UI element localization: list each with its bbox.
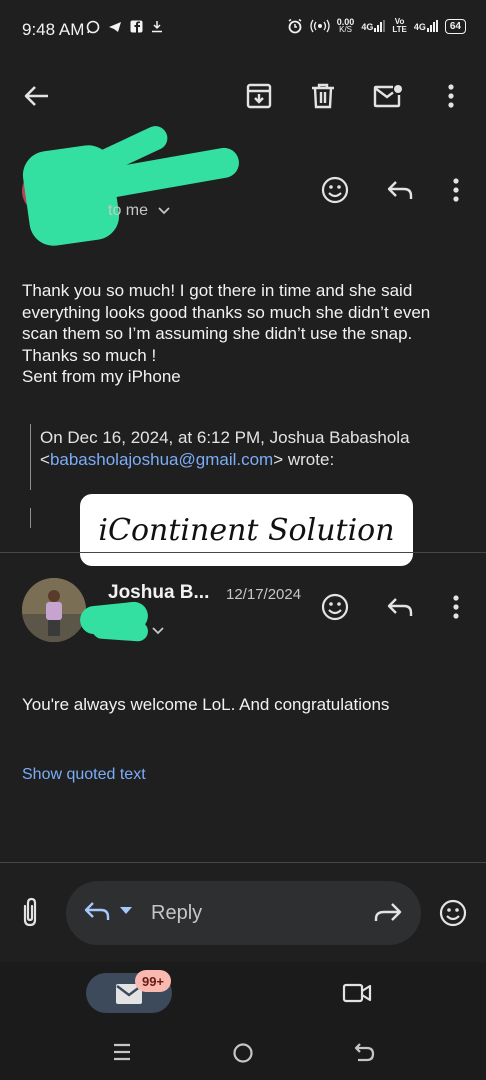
status-system-icons: 0.00 K/S 4G Vo LTE 4G 64	[287, 18, 466, 34]
message-divider	[0, 552, 486, 553]
hotspot-icon	[310, 19, 330, 33]
reply-input[interactable]: Reply	[151, 902, 202, 925]
quoted-header: On Dec 16, 2024, at 6:12 PM, Joshua Baba…	[40, 427, 480, 470]
more-vertical-icon	[453, 595, 459, 619]
net-speed: 0.00 K/S	[337, 18, 355, 34]
telegram-icon	[109, 22, 121, 32]
body-line: Thanks so much !	[22, 345, 157, 365]
signal-1: 4G	[361, 20, 386, 32]
delete-button[interactable]	[307, 80, 339, 112]
emoji-button[interactable]	[439, 899, 467, 932]
volte-bottom: LTE	[392, 25, 407, 34]
home-circle-icon	[233, 1043, 253, 1063]
more-vertical-icon	[453, 178, 459, 202]
network-type-2: 4G	[413, 22, 426, 32]
menu-lines-icon	[114, 1043, 130, 1061]
reply-icon	[387, 598, 413, 616]
body-line: Sent from my iPhone	[22, 367, 181, 386]
net-speed-unit: K/S	[339, 25, 353, 34]
meet-tab[interactable]	[342, 981, 372, 1010]
quote-bar	[30, 424, 31, 490]
profile-photo	[22, 578, 86, 642]
quote-wrote: > wrote:	[273, 449, 335, 469]
arrow-left-icon	[24, 86, 48, 106]
caret-down-icon	[120, 907, 132, 914]
status-notification-icons	[86, 20, 163, 34]
recent-apps-button[interactable]	[112, 1042, 132, 1067]
archive-button[interactable]	[243, 80, 275, 112]
watermark-label: iContinent Solution	[80, 494, 413, 566]
more-options-button[interactable]	[435, 80, 467, 112]
message-more-button[interactable]	[438, 172, 474, 208]
sender-name[interactable]: Joshua B...	[108, 582, 209, 604]
network-type-1: 4G	[361, 22, 374, 32]
message-body: Thank you so much! I got there in time a…	[22, 280, 472, 388]
reply-icon	[84, 902, 110, 920]
reply-button[interactable]	[382, 589, 418, 625]
quote-bracket: <	[40, 449, 50, 469]
home-button[interactable]	[232, 1042, 254, 1069]
emoji-icon	[321, 176, 349, 204]
add-reaction-button[interactable]	[317, 172, 353, 208]
download-icon	[152, 21, 162, 33]
body-line: scan them so I’m assuming she didn’t use…	[22, 324, 413, 343]
reply-icon	[387, 181, 413, 199]
battery-indicator: 64	[444, 18, 466, 34]
message-date: 12/17/2024	[226, 586, 302, 603]
whatsapp-icon	[86, 20, 100, 34]
mail-unread-icon	[373, 85, 402, 108]
emoji-icon	[321, 593, 349, 621]
forward-button[interactable]	[374, 902, 402, 927]
video-camera-icon	[342, 983, 372, 1003]
reply-button[interactable]	[382, 172, 418, 208]
redaction-mark	[91, 618, 149, 642]
archive-icon	[246, 83, 272, 109]
sender-avatar[interactable]	[22, 578, 86, 642]
recipient-details-toggle[interactable]	[152, 622, 164, 640]
quote-line: On Dec 16, 2024, at 6:12 PM, Joshua Baba…	[40, 428, 410, 447]
status-bar: 9:48 AM 0.00 K/S 4G Vo LTE 4G 64	[0, 0, 486, 60]
body-line: Thank you so much! I got there in time a…	[22, 281, 413, 300]
status-time: 9:48 AM	[22, 20, 85, 39]
trash-icon	[312, 83, 334, 109]
message-body: You're always welcome LoL. And congratul…	[22, 695, 390, 714]
chevron-down-icon	[158, 207, 171, 215]
volte-indicator: Vo LTE	[392, 18, 407, 34]
quote-email-link[interactable]: babasholajoshua@gmail.com	[50, 450, 273, 469]
facebook-icon	[130, 20, 143, 33]
forward-icon	[374, 903, 402, 921]
alarm-icon	[288, 18, 302, 34]
recipient-to-me[interactable]: to me	[108, 202, 171, 220]
back-arrow-icon	[354, 1043, 375, 1062]
signal-2: 4G	[414, 20, 438, 32]
reply-divider	[0, 862, 486, 863]
unread-count-badge: 99+	[135, 970, 171, 992]
emoji-icon	[439, 899, 467, 927]
chevron-down-icon	[152, 627, 164, 635]
attach-button[interactable]	[18, 896, 42, 933]
signal-bars-icon	[426, 20, 438, 32]
quote-line: <babasholajoshua@gmail.com> wrote:	[40, 449, 480, 471]
mark-unread-button[interactable]	[372, 80, 404, 112]
quote-bar	[30, 508, 31, 528]
paperclip-icon	[23, 897, 37, 927]
message-more-button[interactable]	[438, 589, 474, 625]
reply-type-selector[interactable]	[84, 901, 132, 921]
recipient-label: to me	[108, 202, 149, 219]
back-system-button[interactable]	[354, 1042, 376, 1069]
more-vertical-icon	[448, 84, 454, 108]
add-reaction-button[interactable]	[317, 589, 353, 625]
show-quoted-text-link[interactable]: Show quoted text	[22, 766, 146, 784]
signal-bars-icon	[374, 20, 386, 32]
back-button[interactable]	[21, 80, 53, 112]
body-line: everything looks good thanks so much she…	[22, 302, 431, 322]
